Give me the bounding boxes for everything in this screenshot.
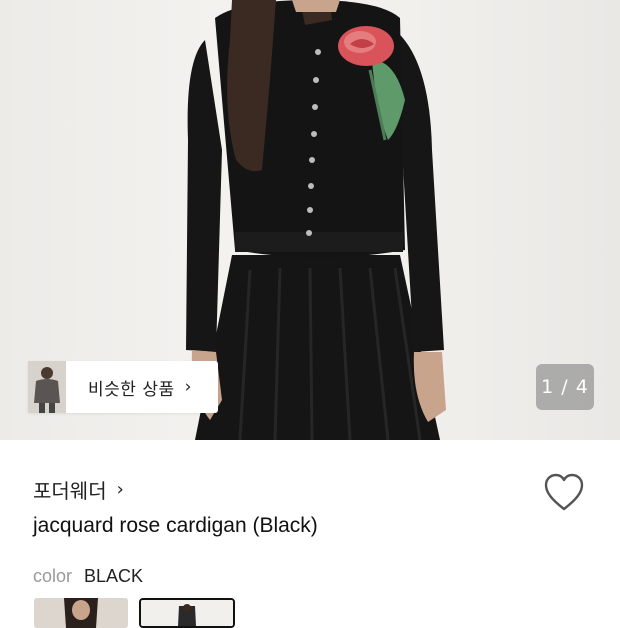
similar-products-button[interactable]: 비슷한 상품 ›: [28, 361, 218, 413]
product-image-gallery[interactable]: 비슷한 상품 › 1 / 4: [0, 0, 620, 440]
color-swatch-selected[interactable]: [139, 598, 235, 628]
color-swatch[interactable]: [34, 598, 128, 628]
similar-product-thumbnail: [28, 361, 66, 413]
chevron-right-icon: ›: [116, 479, 124, 500]
selected-color-value: BLACK: [84, 566, 144, 586]
brand-name: 포더웨더: [33, 479, 107, 503]
image-page-indicator: 1 / 4: [536, 364, 594, 410]
brand-link[interactable]: 포더웨더 ›: [33, 475, 124, 504]
chevron-right-icon: ›: [184, 377, 192, 397]
product-title: jacquard rose cardigan (Black): [33, 514, 318, 537]
color-label: color: [33, 566, 73, 586]
color-option-row: color BLACK: [33, 566, 143, 587]
wishlist-heart-icon[interactable]: [543, 473, 585, 513]
similar-products-label: 비슷한 상품: [88, 379, 175, 400]
